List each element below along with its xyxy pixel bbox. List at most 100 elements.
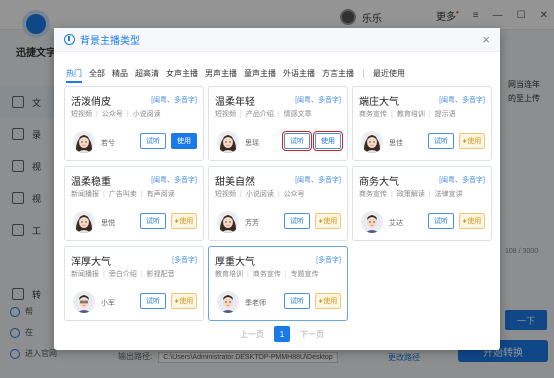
- anchor-avatar: [73, 291, 95, 313]
- anchor-person-name: 芳芳: [245, 220, 259, 227]
- anchor-language: [闽粤、多音字]: [151, 97, 197, 104]
- anchor-tag: 小说阅读: [127, 109, 161, 119]
- anchor-style-name: 温柔年轻: [215, 97, 255, 108]
- anchor-style-name: 甜美自然: [215, 177, 255, 188]
- anchor-tags: 商务宣传教育培训提示语: [359, 109, 456, 119]
- anchor-tag: 短视频: [71, 111, 92, 118]
- anchor-avatar: [217, 131, 239, 153]
- next-page-button[interactable]: 下一页: [300, 329, 324, 340]
- anchor-avatar: [217, 291, 239, 313]
- current-page-button[interactable]: 1: [274, 326, 290, 342]
- anchor-language: [闽粤、多音字]: [439, 97, 485, 104]
- anchor-style-name: 厚重大气: [215, 257, 255, 268]
- anchor-tag: 短视频: [215, 191, 236, 198]
- anchor-avatar: [73, 211, 95, 233]
- anchor-tags: 教育培训商务宣传专题宣传: [215, 269, 319, 279]
- close-icon[interactable]: ×: [482, 32, 490, 47]
- anchor-tag: 旁白介绍: [103, 269, 137, 279]
- anchor-tags: 短视频小说阅读公众号: [215, 189, 305, 199]
- anchor-person-name: 思佳: [389, 140, 403, 147]
- anchor-tag: 教育培训: [391, 109, 425, 119]
- use-button[interactable]: 使用: [313, 131, 343, 151]
- vip-use-button[interactable]: 使用: [171, 213, 197, 229]
- anchor-card[interactable]: 商务大气 [闽粤、多音字] 商务宣传政策解读法律宣讲艾达 试听使用: [352, 166, 492, 241]
- anchor-tag: 新闻播报: [71, 271, 99, 278]
- anchor-card[interactable]: 厚重大气 [多音字] 教育培训商务宣传专题宣传季老师 试听使用: [208, 246, 348, 321]
- tab-7[interactable]: 外语主播: [283, 68, 315, 79]
- anchor-tags: 商务宣传政策解读法律宣讲: [359, 189, 463, 199]
- vip-use-button[interactable]: 使用: [315, 213, 341, 229]
- vip-use-button[interactable]: 使用: [315, 293, 341, 309]
- anchor-avatar: [73, 131, 95, 153]
- anchor-person-name: 若兮: [101, 140, 115, 147]
- anchor-card[interactable]: 甜美自然 [闽粤、多音字] 短视频小说阅读公众号芳芳 试听使用: [208, 166, 348, 241]
- dialog-header: 背景主播类型 ×: [54, 28, 500, 52]
- try-listen-button[interactable]: 试听: [140, 213, 166, 229]
- anchor-language: [多音字]: [172, 257, 197, 264]
- anchor-type-dialog: 背景主播类型 × 热门 全部 精品 超高清 女声主播 男声主播 童声主播 外语主播 方言主播 最近…: [54, 28, 500, 350]
- anchor-person-name: 季老师: [245, 300, 266, 307]
- anchor-card[interactable]: 活泼俏皮 [闽粤、多音字] 短视频公众号小说阅读若兮 试听使用: [64, 86, 204, 161]
- anchor-person-name: 艾达: [389, 220, 403, 227]
- use-button[interactable]: 使用: [171, 133, 197, 149]
- anchor-tag: 公众号: [96, 109, 123, 119]
- anchor-card[interactable]: 端庄大气 [闽粤、多音字] 商务宣传教育培训提示语思佳 试听使用: [352, 86, 492, 161]
- try-listen-button[interactable]: 试听: [428, 213, 454, 229]
- tab-5[interactable]: 男声主播: [205, 68, 237, 79]
- tab-6[interactable]: 童声主播: [244, 68, 276, 79]
- tab-4[interactable]: 女声主播: [166, 68, 198, 79]
- anchor-tag: 广告叫卖: [103, 189, 137, 199]
- vip-use-button[interactable]: 使用: [459, 133, 485, 149]
- try-listen-button[interactable]: 试听: [140, 293, 166, 309]
- anchor-tags: 新闻播报旁白介绍影视配音: [71, 269, 175, 279]
- anchor-language: [闽粤、多音字]: [295, 177, 341, 184]
- anchor-avatar: [361, 211, 383, 233]
- try-listen-button[interactable]: 试听: [284, 293, 310, 309]
- anchor-card[interactable]: 温柔稳重 [闽粤、多音字] 新闻播报广告叫卖有声阅读思悦 试听使用: [64, 166, 204, 241]
- tab-recent[interactable]: 最近使用: [373, 68, 405, 79]
- vip-use-button[interactable]: 使用: [459, 213, 485, 229]
- anchor-tag: 商务宣传: [359, 191, 387, 198]
- info-icon: [64, 34, 75, 45]
- anchor-person-name: 思瑶: [245, 140, 259, 147]
- anchor-style-name: 商务大气: [359, 177, 399, 188]
- tab-3[interactable]: 超高清: [135, 68, 159, 79]
- try-listen-button[interactable]: 试听: [282, 131, 312, 151]
- dialog-title: 背景主播类型: [80, 36, 140, 47]
- anchor-style-name: 端庄大气: [359, 97, 399, 108]
- anchor-card[interactable]: 浑厚大气 [多音字] 新闻播报旁白介绍影视配音小军 试听使用: [64, 246, 204, 321]
- anchor-person-name: 小军: [101, 300, 115, 307]
- tab-0[interactable]: 热门: [66, 68, 82, 83]
- anchor-tag: 商务宣传: [359, 111, 387, 118]
- anchor-tag: 政策解读: [391, 189, 425, 199]
- anchor-tag: 专题宣传: [285, 269, 319, 279]
- anchor-tag: 商务宣传: [247, 269, 281, 279]
- anchor-card[interactable]: 温柔年轻 [闽粤、多音字] 短视频产品介绍情感文章思瑶 试听使用: [208, 86, 348, 161]
- category-tabs: 热门 全部 精品 超高清 女声主播 男声主播 童声主播 外语主播 方言主播 最近使用: [66, 66, 412, 83]
- anchor-tag: 短视频: [215, 111, 236, 118]
- anchor-tag: 影视配音: [141, 269, 175, 279]
- try-listen-button[interactable]: 试听: [284, 213, 310, 229]
- prev-page-button[interactable]: 上一页: [240, 329, 264, 340]
- anchor-tag: 公众号: [278, 189, 305, 199]
- anchor-style-name: 活泼俏皮: [71, 97, 111, 108]
- anchor-tags: 短视频产品介绍情感文章: [215, 109, 312, 119]
- tab-2[interactable]: 精品: [112, 68, 128, 79]
- anchor-person-name: 思悦: [101, 220, 115, 227]
- anchor-grid: 活泼俏皮[闽粤、多音字]短视频公众号小说阅读若兮试听使用温柔年轻[闽粤、多音字]…: [64, 86, 492, 321]
- pagination: 上一页 1 下一页: [240, 326, 324, 342]
- anchor-tag: 有声阅读: [141, 189, 175, 199]
- tab-divider: [363, 68, 364, 78]
- anchor-language: [闽粤、多音字]: [295, 97, 341, 104]
- anchor-tag: 小说阅读: [240, 189, 274, 199]
- anchor-language: [多音字]: [316, 257, 341, 264]
- try-listen-button[interactable]: 试听: [428, 133, 454, 149]
- tab-1[interactable]: 全部: [89, 68, 105, 79]
- anchor-language: [闽粤、多音字]: [439, 177, 485, 184]
- vip-use-button[interactable]: 使用: [171, 293, 197, 309]
- try-listen-button[interactable]: 试听: [140, 133, 166, 149]
- anchor-tags: 短视频公众号小说阅读: [71, 109, 161, 119]
- tab-8[interactable]: 方言主播: [322, 68, 354, 79]
- anchor-language: [闽粤、多音字]: [151, 177, 197, 184]
- anchor-tag: 提示语: [429, 109, 456, 119]
